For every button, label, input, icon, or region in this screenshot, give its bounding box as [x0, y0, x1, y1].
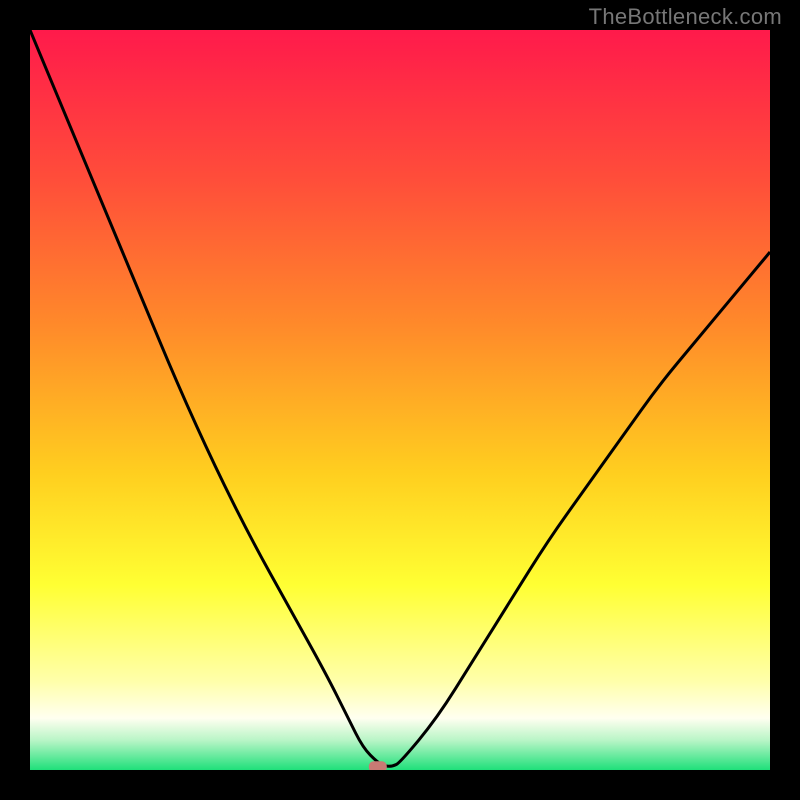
chart-frame: TheBottleneck.com	[0, 0, 800, 800]
gradient-background	[30, 30, 770, 770]
optimal-marker	[369, 761, 387, 770]
watermark-text: TheBottleneck.com	[589, 4, 782, 30]
chart-svg	[30, 30, 770, 770]
plot-area	[30, 30, 770, 770]
